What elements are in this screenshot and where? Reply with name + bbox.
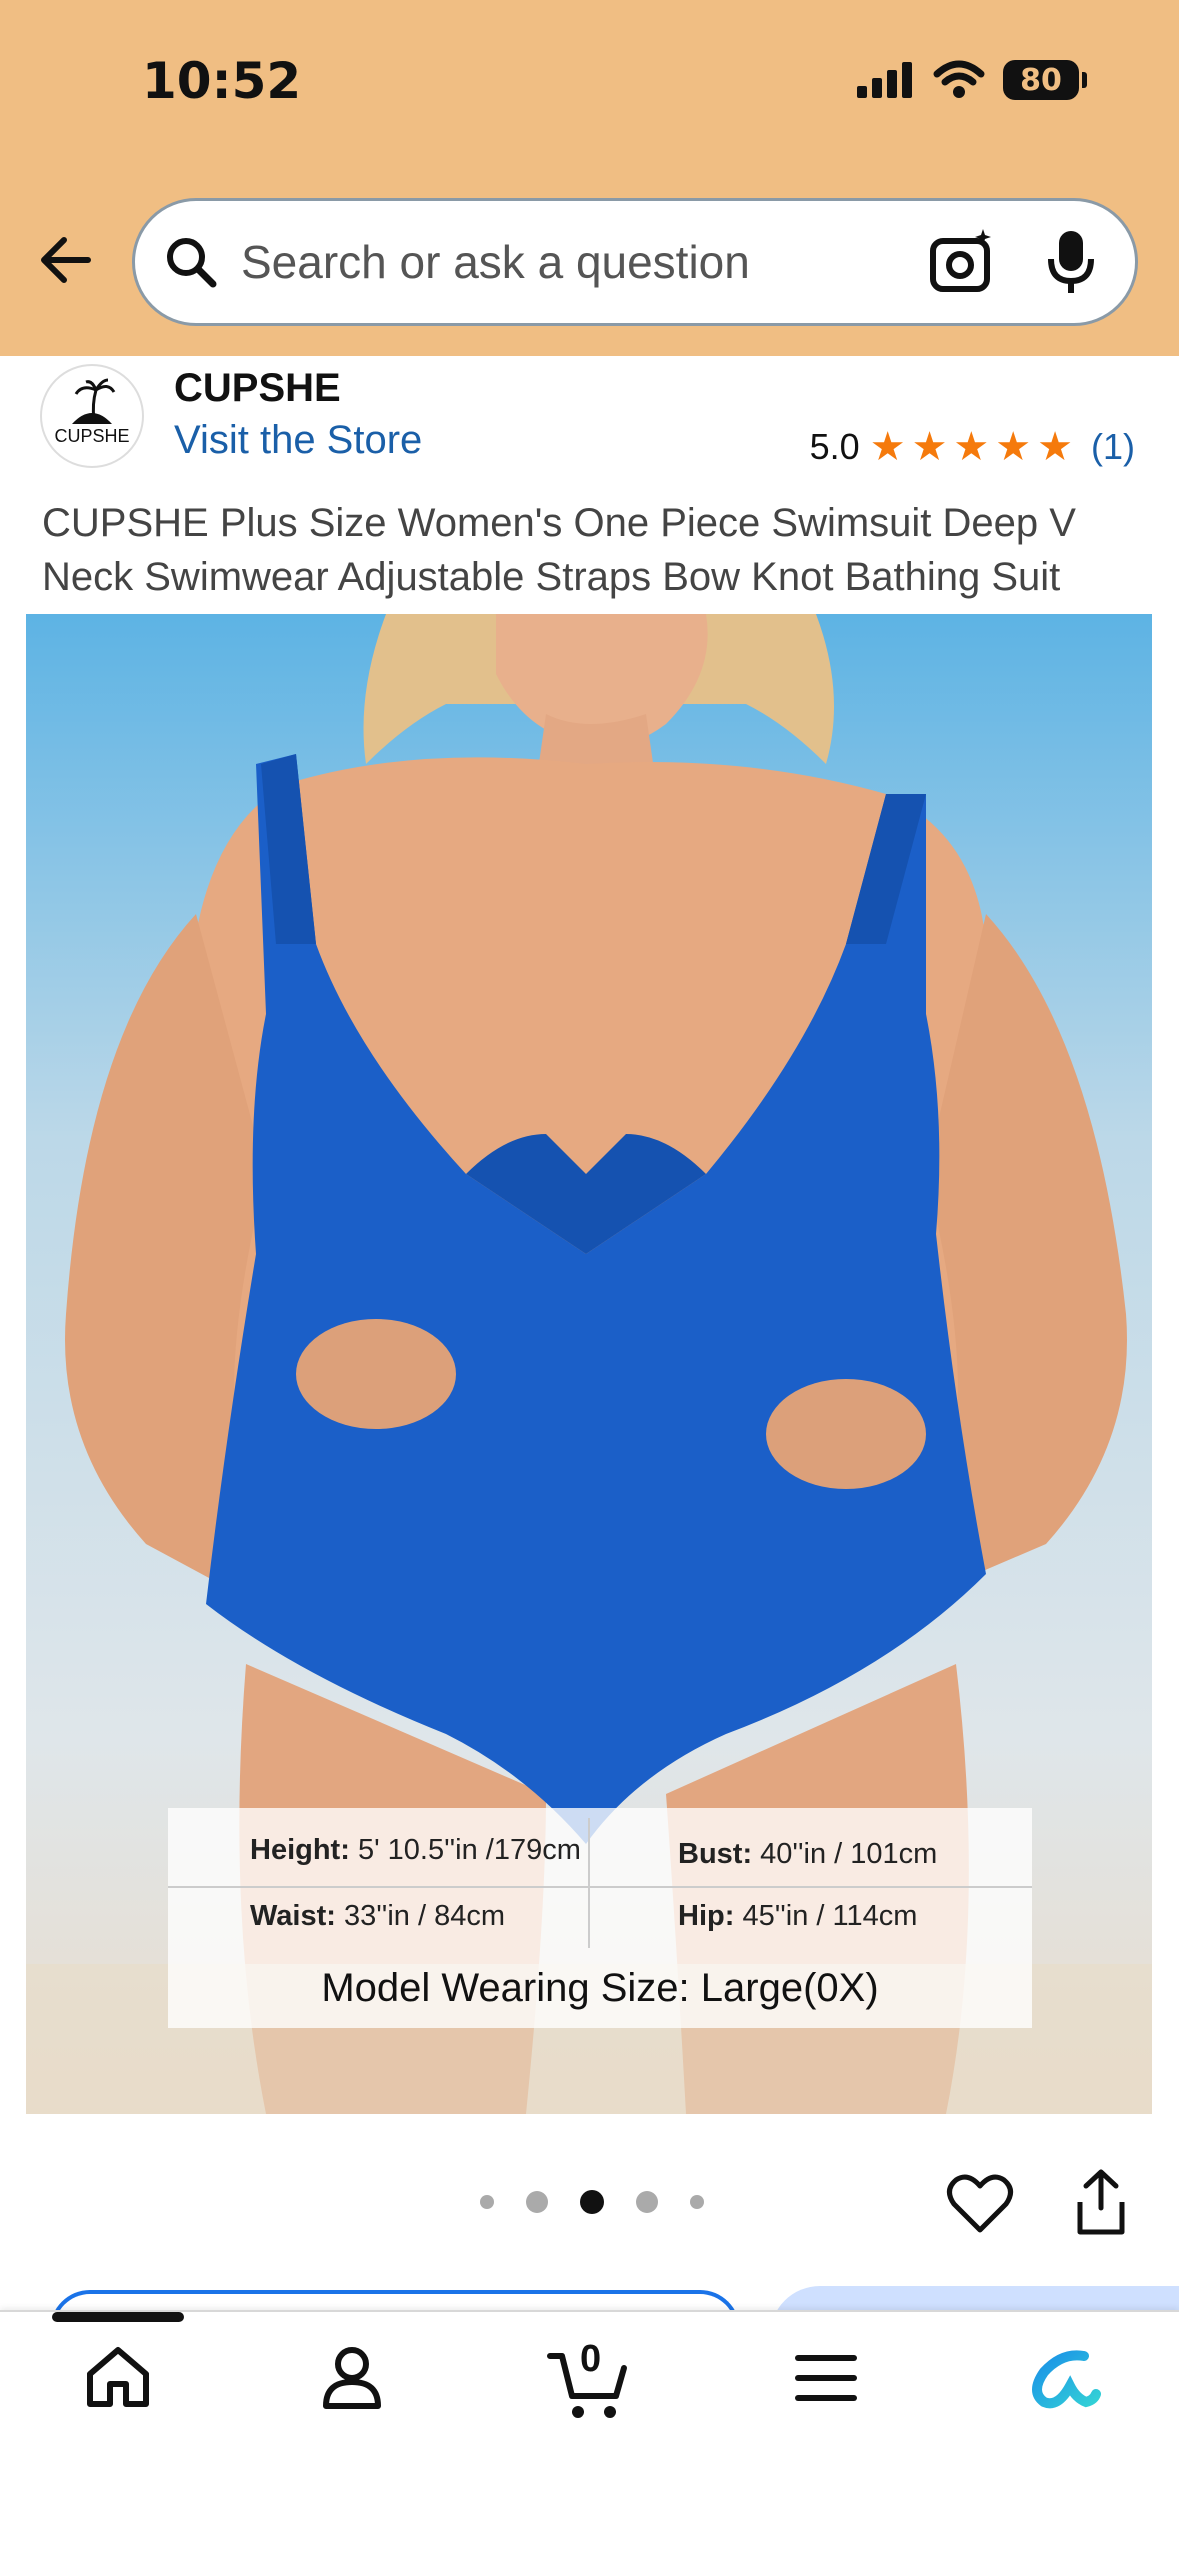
- search-bar[interactable]: Search or ask a question: [132, 198, 1138, 326]
- visit-store-link[interactable]: Visit the Store: [174, 418, 422, 463]
- heart-icon[interactable]: [946, 2170, 1014, 2238]
- carousel-dot[interactable]: [690, 2195, 704, 2209]
- height-value: 5' 10.5''in /179cm: [357, 1834, 581, 1866]
- waist-label: Waist:: [250, 1900, 336, 1932]
- rufus-icon[interactable]: [1022, 2342, 1102, 2414]
- status-icons: 80: [855, 60, 1087, 100]
- product-image[interactable]: Height: 5' 10.5''in /179cm Bust: 40''in …: [26, 614, 1152, 2114]
- status-time: 10:52: [142, 52, 302, 110]
- bust-measurement: Bust: 40''in / 101cm: [678, 1838, 937, 1871]
- hip-measurement: Hip: 45''in / 114cm: [678, 1900, 917, 1933]
- carousel-dot[interactable]: [526, 2191, 548, 2213]
- nav-active-indicator: [52, 2312, 184, 2322]
- hip-label: Hip:: [678, 1900, 735, 1932]
- carousel-dot-active[interactable]: [580, 2190, 604, 2214]
- store-logo[interactable]: CUPSHE: [40, 364, 144, 468]
- waist-measurement: Waist: 33''in / 84cm: [250, 1900, 505, 1933]
- palm-tree-icon: [72, 378, 116, 424]
- cellular-signal-icon: [857, 62, 912, 98]
- home-icon[interactable]: [82, 2342, 154, 2414]
- overlay-divider: [168, 1886, 1032, 1888]
- height-measurement: Height: 5' 10.5''in /179cm: [250, 1834, 581, 1867]
- product-title: CUPSHE Plus Size Women's One Piece Swims…: [42, 501, 1076, 599]
- model-measurements-overlay: Height: 5' 10.5''in /179cm Bust: 40''in …: [168, 1808, 1032, 2028]
- bust-label: Bust:: [678, 1838, 753, 1870]
- bust-value: 40''in / 101cm: [760, 1838, 938, 1870]
- back-arrow-icon[interactable]: [36, 230, 96, 290]
- brand-name: CUPSHE: [174, 366, 341, 410]
- model-size-label: Model Wearing Size: Large(0X): [321, 1966, 879, 2010]
- carousel-indicator[interactable]: [480, 2190, 704, 2214]
- star-icon: ★: [953, 425, 990, 469]
- battery-icon: 80: [1003, 60, 1087, 100]
- height-label: Height:: [250, 1834, 350, 1866]
- rating-summary[interactable]: 5.0 ★ ★ ★ ★ ★ (1): [810, 426, 1135, 468]
- star-icon: ★: [995, 425, 1032, 469]
- logo-text: CUPSHE: [54, 426, 130, 446]
- account-icon[interactable]: [316, 2342, 388, 2414]
- search-input[interactable]: Search or ask a question: [241, 235, 927, 289]
- share-icon[interactable]: [1074, 2168, 1128, 2236]
- carousel-dot[interactable]: [480, 2195, 494, 2209]
- hip-value: 45''in / 114cm: [742, 1900, 918, 1932]
- star-icon: ★: [869, 425, 906, 469]
- waist-value: 33''in / 84cm: [344, 1900, 505, 1932]
- rating-count[interactable]: (1): [1091, 426, 1135, 468]
- wifi-icon: [933, 60, 985, 98]
- search-icon: [167, 238, 217, 288]
- menu-icon[interactable]: [790, 2342, 862, 2414]
- overlay-divider: [588, 1818, 590, 1948]
- rating-value: 5.0: [809, 426, 860, 467]
- star-icon: ★: [911, 425, 948, 469]
- camera-search-icon[interactable]: [927, 227, 997, 297]
- carousel-dot[interactable]: [636, 2191, 658, 2213]
- star-icon: ★: [1037, 425, 1073, 469]
- cart-count: 0: [580, 2338, 602, 2380]
- microphone-icon[interactable]: [1043, 227, 1099, 297]
